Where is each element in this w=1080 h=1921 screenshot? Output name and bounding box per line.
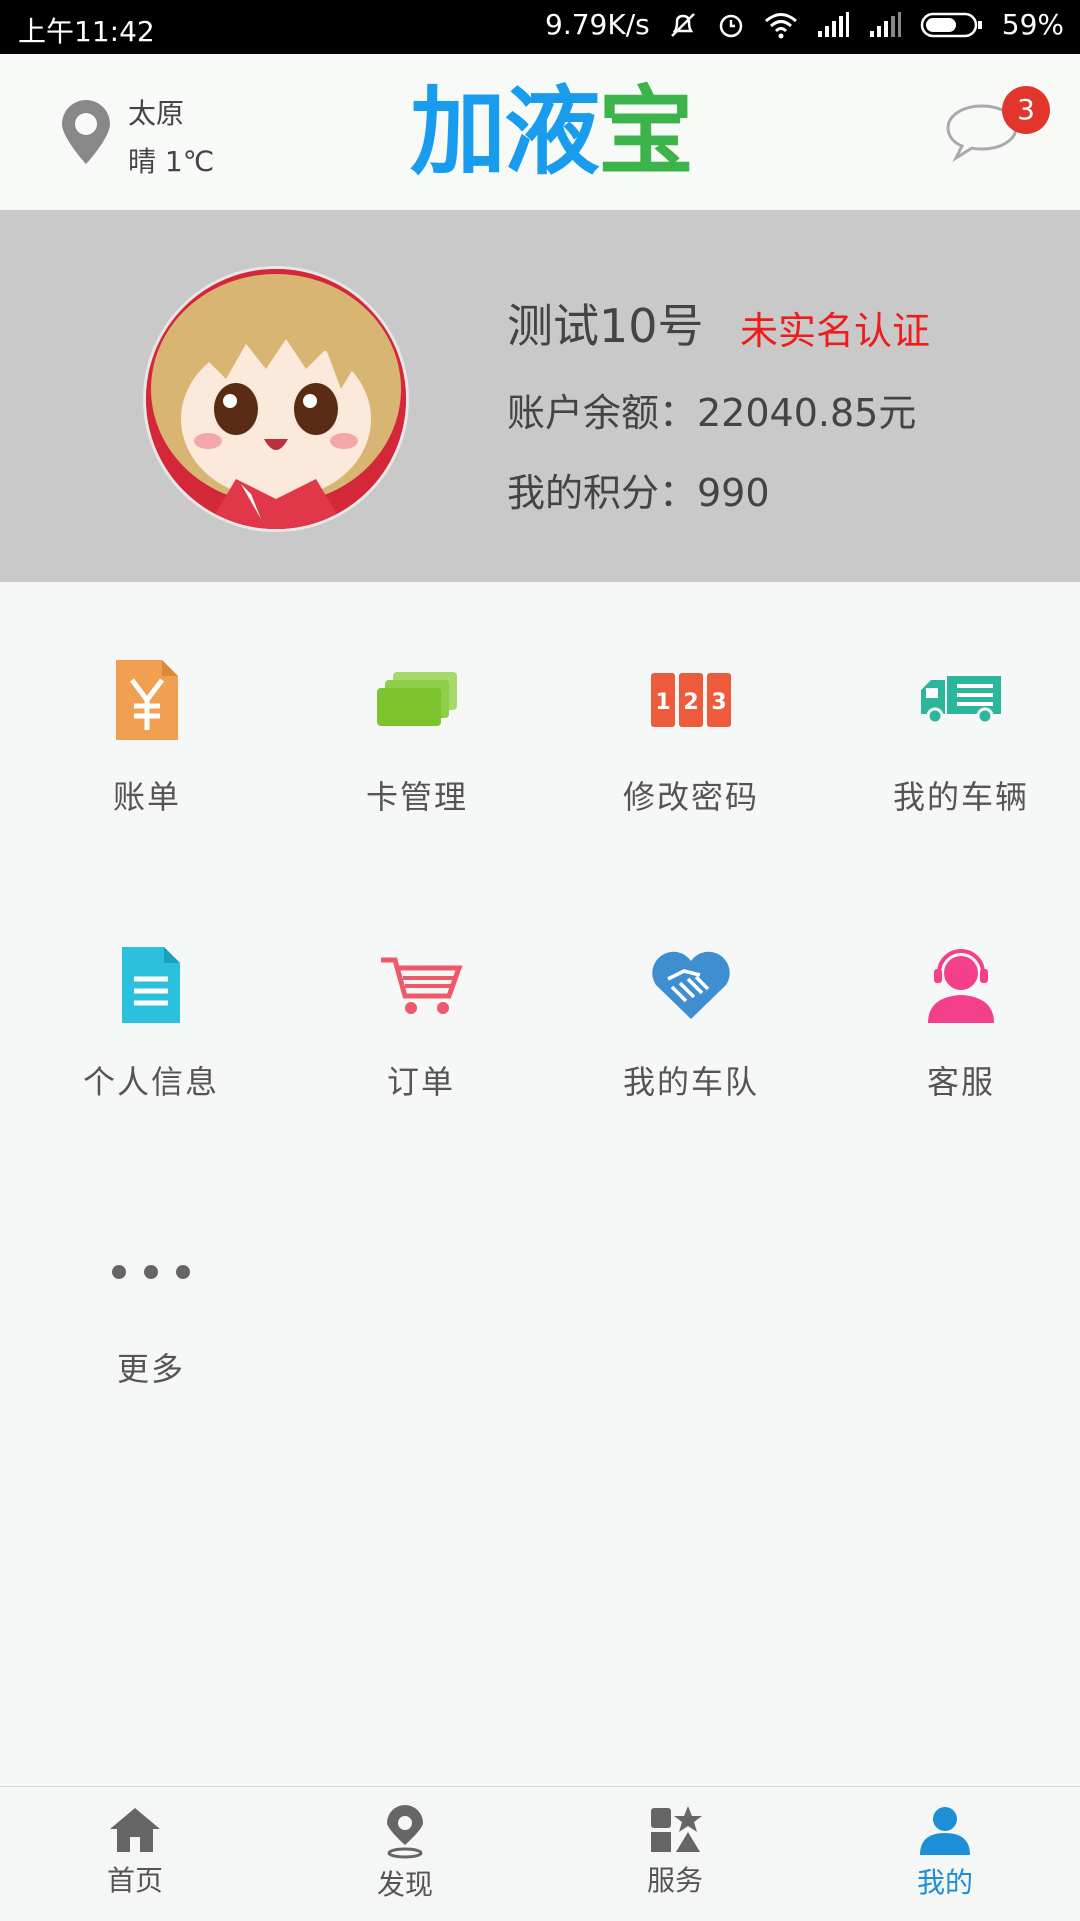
home-icon [110,1808,160,1852]
svg-text:3: 3 [711,690,726,715]
menu-label: 账单 [112,778,181,816]
menu-item-bill[interactable]: 账单 [12,650,282,818]
menu-label: 更多 [116,1350,185,1388]
signal-2-icon [868,11,902,39]
my-points: 我的积分：990 [507,471,770,515]
status-bar: 上午11:42 9.79K/s 59% [0,0,1080,54]
city-label[interactable]: 太原 [128,92,184,132]
username: 测试10号 [507,299,704,353]
menu-item-card-management[interactable]: 卡管理 [282,650,552,818]
truck-icon [911,650,1011,750]
more-dots-icon [101,1222,201,1322]
weather-label: 晴 1℃ [128,145,215,178]
app-logo: 加液宝 [410,76,694,188]
menu-label: 个人信息 [82,1063,219,1101]
account-balance: 账户余额：22040.85元 [507,391,917,435]
menu-item-more[interactable]: 更多 [16,1222,286,1390]
tab-discover[interactable]: 发现 [270,1787,540,1921]
wifi-icon [764,11,798,39]
svg-text:2: 2 [683,690,698,715]
profile-panel: 测试10号 未实名认证 账户余额：22040.85元 我的积分：990 [0,210,1080,582]
status-time: 上午11:42 [18,15,155,48]
handshake-heart-icon [641,935,741,1035]
cards-icon [367,650,467,750]
menu-label: 修改密码 [622,778,759,816]
battery-percent: 59% [1001,8,1064,41]
avatar[interactable] [143,266,409,532]
menu-item-change-password[interactable]: 123 修改密码 [556,650,826,818]
battery-icon [920,11,984,39]
message-count-badge: 3 [1002,86,1050,134]
tab-services[interactable]: 服务 [540,1787,810,1921]
verification-status[interactable]: 未实名认证 [740,300,930,355]
menu-item-customer-service[interactable]: 客服 [826,935,1080,1103]
menu-label: 我的车队 [622,1063,759,1101]
net-speed: 9.79K/s [545,8,650,41]
menu-label: 订单 [386,1063,455,1101]
menu-item-personal-info[interactable]: 个人信息 [16,935,286,1103]
signal-icon [816,11,850,39]
services-icon [651,1806,702,1852]
bill-icon [97,650,197,750]
location-icon [387,1805,423,1859]
location-pin-icon[interactable] [58,100,114,170]
menu-label: 卡管理 [365,778,468,816]
svg-text:1: 1 [655,690,670,715]
customer-service-icon [911,935,1011,1035]
menu-item-my-fleet[interactable]: 我的车队 [556,935,826,1103]
alarm-icon [716,10,746,40]
tab-home[interactable]: 首页 [0,1787,270,1921]
menu-label: 我的车辆 [892,778,1029,816]
menu-item-orders[interactable]: 订单 [286,935,556,1103]
tab-mine[interactable]: 我的 [810,1787,1080,1921]
document-icon [101,935,201,1035]
mute-icon [668,10,698,40]
menu-item-my-vehicles[interactable]: 我的车辆 [826,650,1080,818]
bottom-nav: 首页 发现 服务 我的 [0,1786,1080,1921]
password-123-icon: 123 [641,650,741,750]
cart-icon [371,935,471,1035]
app-header: 太原 晴 1℃ 加液宝 3 [0,54,1080,211]
menu-label: 客服 [926,1063,995,1101]
person-icon [920,1807,970,1855]
